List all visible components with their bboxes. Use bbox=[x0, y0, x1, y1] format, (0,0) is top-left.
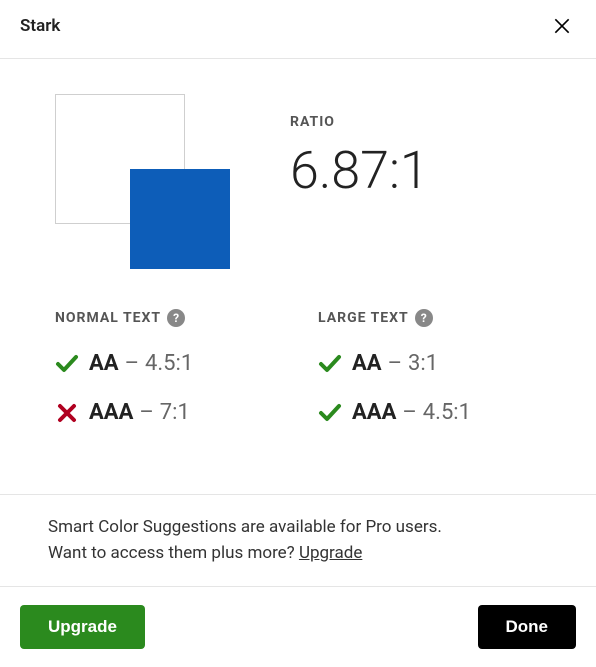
large-text-aa-row: AA – 3:1 bbox=[318, 351, 541, 376]
normal-text-title: NORMAL TEXT bbox=[55, 310, 161, 326]
large-text-aaa-row: AAA – 4.5:1 bbox=[318, 400, 541, 425]
help-icon[interactable]: ? bbox=[167, 309, 185, 327]
header: Stark bbox=[0, 0, 596, 59]
check-icon bbox=[318, 352, 346, 376]
upsell-line2-prefix: Want to access them plus more? bbox=[48, 543, 299, 563]
check-icon bbox=[55, 352, 83, 376]
upgrade-link[interactable]: Upgrade bbox=[299, 543, 362, 563]
app-title: Stark bbox=[20, 16, 60, 36]
large-text-column: LARGE TEXT ? AA – 3:1 AAA – 4.5:1 bbox=[318, 309, 541, 449]
levels-row: NORMAL TEXT ? AA – 4.5:1 AAA – 7:1 LARGE… bbox=[55, 309, 541, 449]
dash: – bbox=[388, 351, 402, 376]
normal-text-column: NORMAL TEXT ? AA – 4.5:1 AAA – 7:1 bbox=[55, 309, 278, 449]
level-threshold: 4.5:1 bbox=[423, 400, 471, 425]
main-content: RATIO 6.87:1 NORMAL TEXT ? AA – 4.5:1 AA… bbox=[0, 59, 596, 494]
level-name: AAA bbox=[89, 400, 133, 425]
dash: – bbox=[139, 400, 153, 425]
upsell-banner: Smart Color Suggestions are available fo… bbox=[0, 494, 596, 587]
large-text-header: LARGE TEXT ? bbox=[318, 309, 541, 327]
level-threshold: 4.5:1 bbox=[145, 351, 193, 376]
dash: – bbox=[125, 351, 139, 376]
normal-text-aaa-row: AAA – 7:1 bbox=[55, 400, 278, 425]
level-threshold: 7:1 bbox=[160, 400, 190, 425]
level-threshold: 3:1 bbox=[408, 351, 438, 376]
ratio-row: RATIO 6.87:1 bbox=[55, 94, 541, 274]
ratio-value: 6.87:1 bbox=[290, 140, 429, 201]
foreground-swatch[interactable] bbox=[130, 169, 230, 269]
level-name: AA bbox=[89, 351, 119, 376]
upgrade-button[interactable]: Upgrade bbox=[20, 605, 145, 649]
normal-text-header: NORMAL TEXT ? bbox=[55, 309, 278, 327]
close-button[interactable] bbox=[548, 12, 576, 40]
color-swatches bbox=[55, 94, 235, 274]
done-button[interactable]: Done bbox=[478, 605, 577, 649]
check-icon bbox=[318, 401, 346, 425]
normal-text-aa-row: AA – 4.5:1 bbox=[55, 351, 278, 376]
footer: Upgrade Done bbox=[0, 587, 596, 667]
level-name: AA bbox=[352, 351, 382, 376]
upsell-line1: Smart Color Suggestions are available fo… bbox=[48, 517, 442, 537]
help-icon[interactable]: ? bbox=[415, 309, 433, 327]
dash: – bbox=[402, 400, 416, 425]
cross-icon bbox=[55, 401, 83, 425]
ratio-block: RATIO 6.87:1 bbox=[290, 94, 429, 201]
close-icon bbox=[552, 16, 572, 36]
level-name: AAA bbox=[352, 400, 396, 425]
large-text-title: LARGE TEXT bbox=[318, 310, 409, 326]
ratio-label: RATIO bbox=[290, 114, 429, 130]
